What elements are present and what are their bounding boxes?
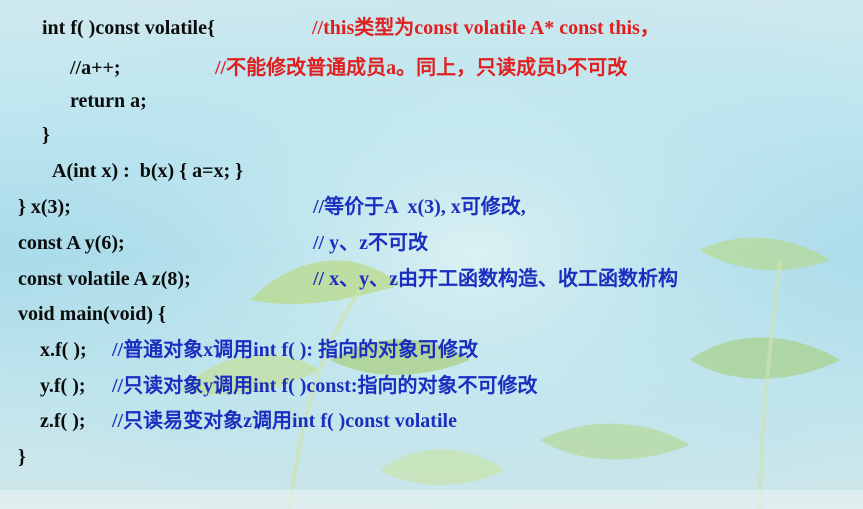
- code-text: //a++;: [70, 57, 121, 79]
- code-line-10: x.f( ); //普通对象x调用int f( ): 指向的对象可修改: [40, 335, 478, 365]
- code-line-2: //a++; //不能修改普通成员a。同上，只读成员b不可改: [70, 53, 627, 83]
- code-line-12: z.f( ); //只读易变对象z调用int f( )const volatil…: [40, 406, 457, 436]
- code-comment: //this类型为const volatile A* const this，: [312, 17, 660, 39]
- code-text: x.f( );: [40, 339, 87, 361]
- code-comment: //只读易变对象z调用int f( )const volatile: [112, 410, 457, 432]
- code-text: void main(void) {: [18, 303, 166, 325]
- code-line-11: y.f( ); //只读对象y调用int f( )const:指向的对象不可修改: [40, 371, 538, 401]
- code-text: const volatile A z(8);: [18, 268, 191, 290]
- code-comment: //不能修改普通成员a。同上，只读成员b不可改: [215, 57, 628, 79]
- code-text: int f( )const volatile{: [42, 17, 215, 39]
- code-text: } x(3);: [18, 196, 71, 218]
- code-comment: // x、y、z由开工函数构造、收工函数析构: [313, 268, 678, 290]
- code-line-7: const A y(6); // y、z不可改: [18, 228, 428, 258]
- code-text: A(int x) : b(x) { a=x; }: [52, 160, 244, 182]
- code-comment: // y、z不可改: [313, 232, 428, 254]
- code-line-8: const volatile A z(8); // x、y、z由开工函数构造、收…: [18, 264, 678, 294]
- code-line-6: } x(3); //等价于A x(3), x可修改,: [18, 192, 526, 222]
- code-line-13: }: [18, 442, 26, 472]
- code-comment: //只读对象y调用int f( )const:指向的对象不可修改: [112, 375, 538, 397]
- code-text: y.f( );: [40, 375, 86, 397]
- code-line-1: int f( )const volatile{ //this类型为const v…: [42, 13, 660, 43]
- code-text: const A y(6);: [18, 232, 125, 254]
- code-line-9: void main(void) {: [18, 299, 166, 329]
- code-line-5: A(int x) : b(x) { a=x; }: [52, 156, 243, 186]
- code-comment: //等价于A x(3), x可修改,: [313, 196, 526, 218]
- code-text: }: [42, 124, 50, 146]
- code-line-3: return a;: [70, 86, 147, 116]
- code-comment: //普通对象x调用int f( ): 指向的对象可修改: [112, 339, 479, 361]
- code-text: return a;: [70, 90, 147, 112]
- code-text: }: [18, 446, 26, 468]
- code-line-4: }: [42, 120, 50, 150]
- code-block: int f( )const volatile{ //this类型为const v…: [0, 0, 863, 509]
- code-text: z.f( );: [40, 410, 86, 432]
